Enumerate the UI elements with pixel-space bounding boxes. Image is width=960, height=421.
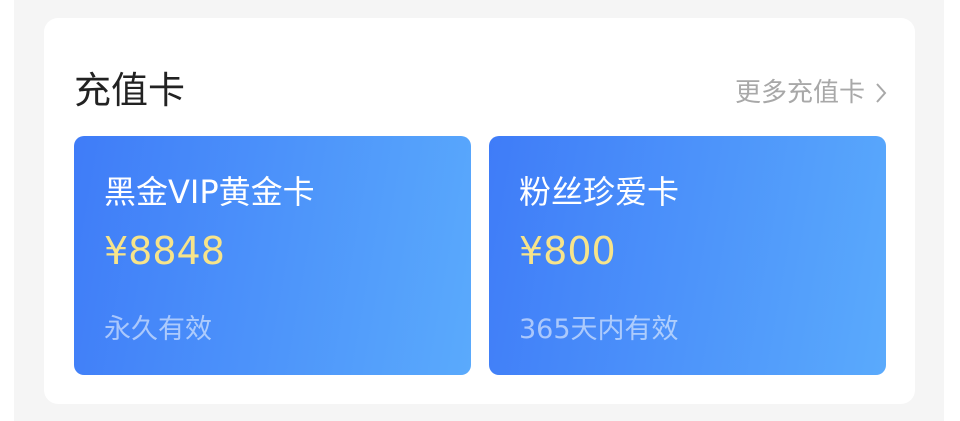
card-price: ¥800	[519, 229, 616, 273]
card-validity: 永久有效	[104, 314, 212, 345]
more-cards-link[interactable]: 更多充值卡	[735, 80, 887, 106]
card-price: ¥8848	[104, 229, 225, 273]
card-validity: 365天内有效	[519, 314, 679, 345]
page-background: 充值卡 更多充值卡 黑金VIP黄金卡 ¥8848 永久有效 粉丝珍爱卡 ¥800…	[14, 0, 944, 421]
chevron-right-icon	[875, 82, 887, 104]
card-name: 粉丝珍爱卡	[519, 173, 680, 211]
card-name: 黑金VIP黄金卡	[104, 173, 315, 211]
recharge-card[interactable]: 黑金VIP黄金卡 ¥8848 永久有效	[74, 136, 471, 375]
recharge-card-panel: 充值卡 更多充值卡 黑金VIP黄金卡 ¥8848 永久有效 粉丝珍爱卡 ¥800…	[44, 18, 915, 404]
section-title: 充值卡	[74, 69, 185, 112]
more-cards-label: 更多充值卡	[734, 78, 865, 108]
recharge-card[interactable]: 粉丝珍爱卡 ¥800 365天内有效	[489, 136, 886, 375]
